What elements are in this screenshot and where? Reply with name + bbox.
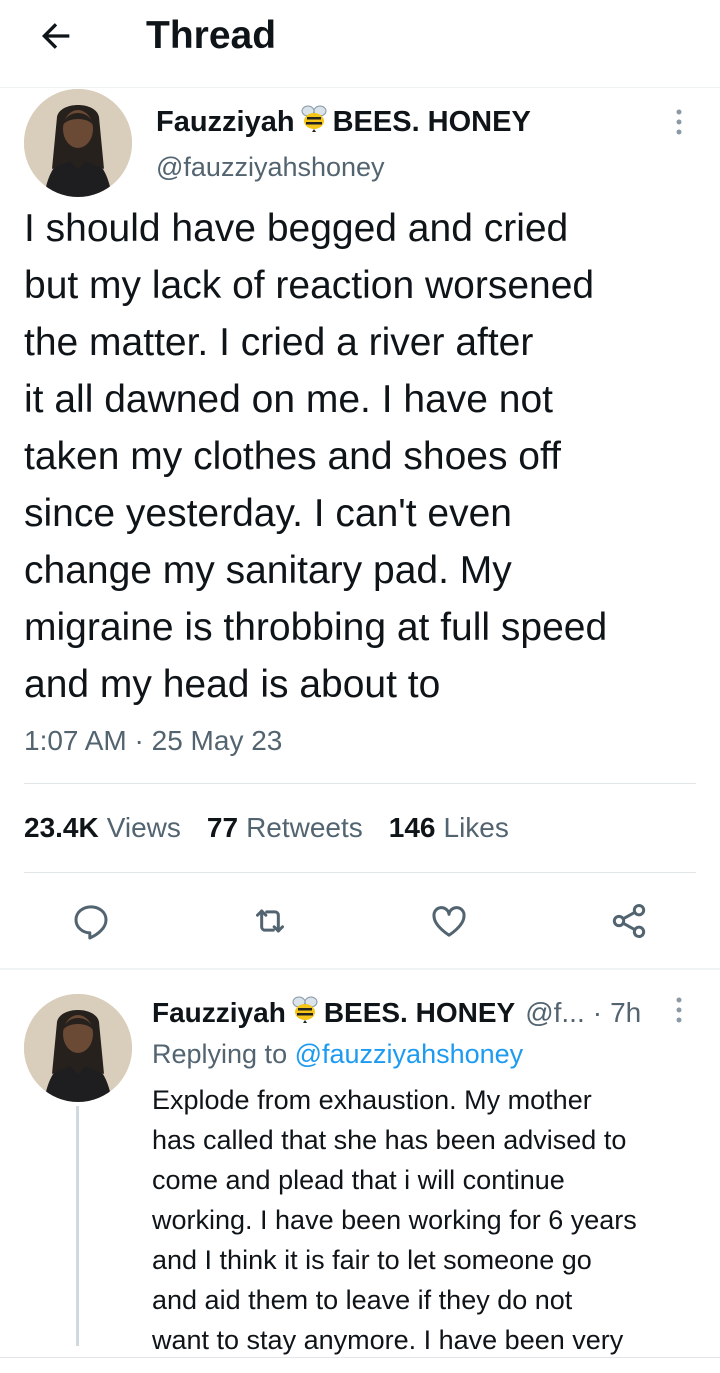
like-icon[interactable] xyxy=(426,898,472,944)
page-title: Thread xyxy=(146,14,277,57)
reply-text: Explode from exhaustion. My mother has c… xyxy=(152,1085,637,1355)
reply-handle: @f... xyxy=(525,996,585,1028)
meta-separator: · xyxy=(134,725,144,756)
tweet-timestamp[interactable]: 1:07 AM · 25 May 23 xyxy=(24,722,282,760)
replying-handle-link[interactable]: @fauzziyahshoney xyxy=(295,1039,524,1069)
arrow-left-icon[interactable] xyxy=(34,14,78,58)
name-suffix: BEES. HONEY xyxy=(332,106,531,138)
avatar[interactable] xyxy=(24,89,132,197)
tweet-date: 25 May 23 xyxy=(151,725,283,756)
views-count: 23.4K xyxy=(24,812,99,843)
reply-author[interactable]: Fauzziyah BEES. HONEY @f... · 7h xyxy=(152,993,641,1032)
bottom-divider xyxy=(0,1357,720,1358)
tweet-stats: 23.4K Views 77 Retweets 146 Likes xyxy=(24,808,509,848)
section-divider xyxy=(0,968,720,970)
tweet-time: 1:07 AM xyxy=(24,725,127,756)
retweets-stat[interactable]: 77 Retweets xyxy=(207,808,363,848)
reply-dot: · xyxy=(592,996,603,1028)
bee-icon xyxy=(290,993,320,1032)
views-stat[interactable]: 23.4K Views xyxy=(24,808,181,848)
replying-label: Replying to xyxy=(152,1039,288,1069)
reply-avatar[interactable] xyxy=(24,994,132,1102)
divider xyxy=(24,872,696,873)
more-vertical-icon[interactable] xyxy=(664,990,694,1030)
reply-time: 7h xyxy=(610,996,642,1028)
bee-icon xyxy=(299,102,329,142)
retweets-count: 77 xyxy=(206,812,239,843)
reply-name-suffix: BEES. HONEY xyxy=(323,996,516,1028)
top-bar: Thread xyxy=(0,0,720,88)
retweets-label: Retweets xyxy=(246,812,363,843)
divider xyxy=(24,783,696,784)
likes-label: Likes xyxy=(443,812,509,843)
tweet-text: I should have begged and cried but my la… xyxy=(24,207,608,706)
tweet-author[interactable]: Fauzziyah BEES. HONEY xyxy=(156,102,531,142)
views-label: Views xyxy=(106,812,181,843)
thread-connector xyxy=(76,1106,79,1346)
more-vertical-icon[interactable] xyxy=(664,102,694,142)
likes-stat[interactable]: 146 Likes xyxy=(389,808,509,848)
display-name: Fauzziyah xyxy=(156,106,295,138)
replying-to: Replying to @fauzziyahshoney xyxy=(152,1036,523,1072)
retweet-icon[interactable] xyxy=(247,898,293,944)
share-icon[interactable] xyxy=(606,898,652,944)
reply-display-name: Fauzziyah xyxy=(152,996,286,1028)
likes-count: 146 xyxy=(388,812,436,843)
reply-icon[interactable] xyxy=(68,898,114,944)
handle[interactable]: @fauzziyahshoney xyxy=(156,150,385,184)
